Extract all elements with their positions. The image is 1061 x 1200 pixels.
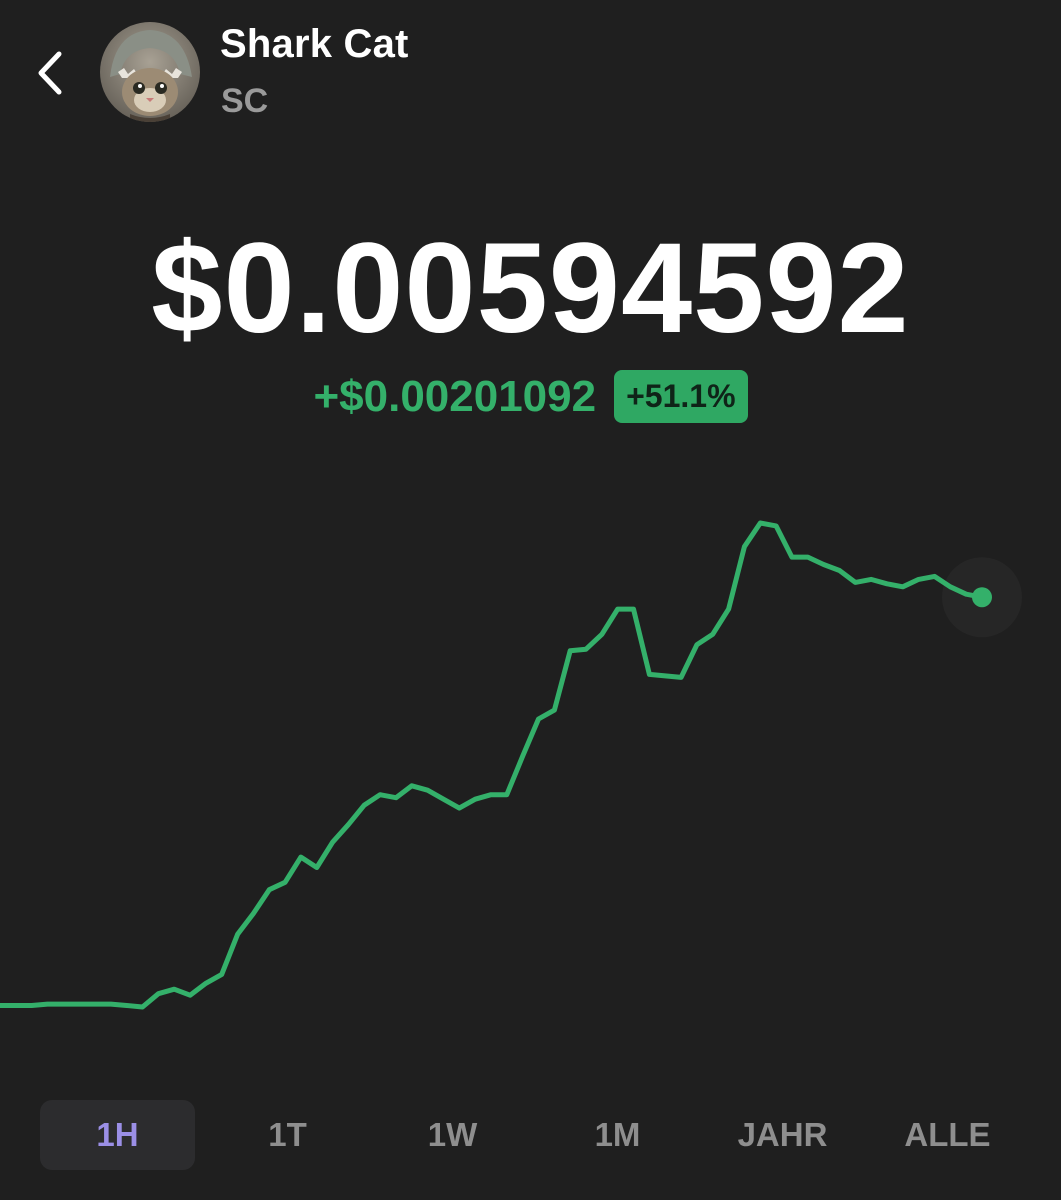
tab-1w[interactable]: 1W	[370, 1100, 535, 1170]
back-button[interactable]	[26, 44, 74, 102]
avatar	[100, 22, 200, 122]
coin-name: Shark Cat	[220, 22, 409, 66]
tab-jahr[interactable]: JAHR	[700, 1100, 865, 1170]
tab-1m[interactable]: 1M	[535, 1100, 700, 1170]
price-line	[0, 520, 985, 1010]
price-chart[interactable]	[0, 440, 1061, 1080]
timeframe-tabs: 1H 1T 1W 1M JAHR ALLE	[40, 1100, 1030, 1170]
chevron-left-icon	[38, 51, 62, 95]
price-change-percent-badge: +51.1%	[614, 370, 748, 423]
current-price: $0.00594592	[151, 217, 910, 360]
header: Shark Cat SC	[0, 0, 1061, 140]
tab-alle[interactable]: ALLE	[865, 1100, 1030, 1170]
shark-cat-avatar	[100, 22, 200, 122]
current-point-marker	[972, 587, 992, 608]
coin-symbol: SC	[221, 82, 269, 120]
tab-1t[interactable]: 1T	[205, 1100, 370, 1170]
tab-1h[interactable]: 1H	[40, 1100, 195, 1170]
price-change-absolute: +$0.00201092	[313, 371, 597, 421]
price-change-row: +$0.00201092 +51.1%	[0, 370, 1061, 423]
